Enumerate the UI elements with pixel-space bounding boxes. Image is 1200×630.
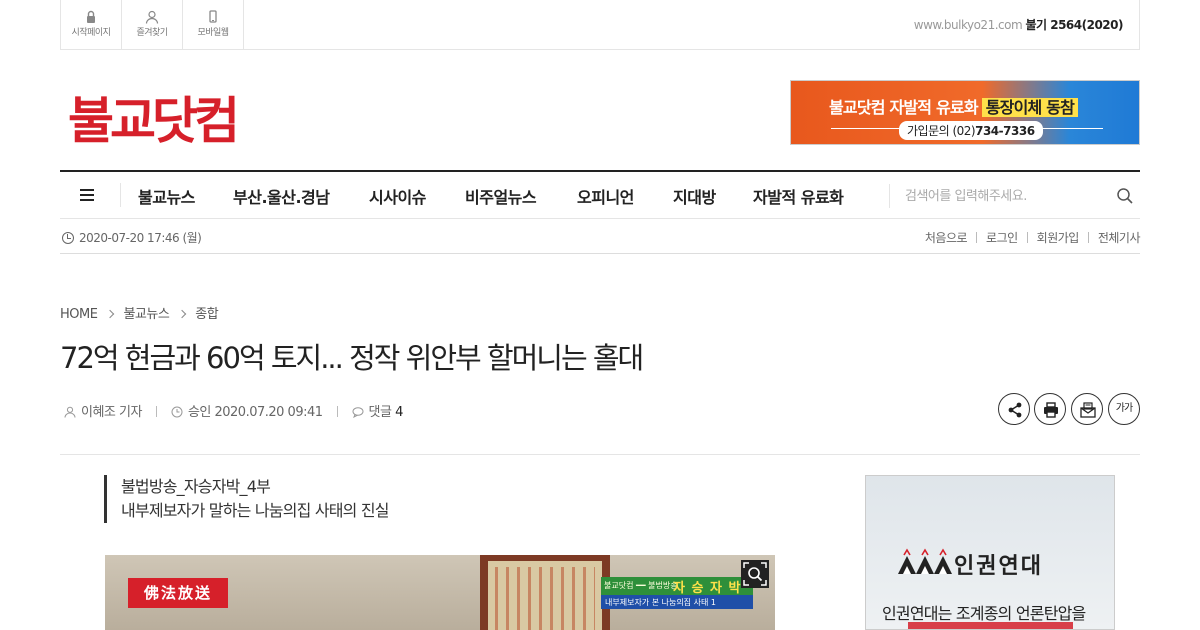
link-divider [1026,232,1028,243]
mobile-web-label: 모바일웹 [197,28,229,38]
nav-divider [120,183,121,207]
breadcrumb-category[interactable]: 종합 [195,307,218,322]
current-date: 2020-07-20 17:46 (월) [62,229,202,246]
current-date-text: 2020-07-20 17:46 (월) [79,231,202,245]
site-url: www.bulkyo21.com [913,18,1023,32]
search-divider [889,184,890,208]
mountain-logo-icon [898,548,952,574]
breadcrumb-home[interactable]: HOME [60,307,98,322]
print-button[interactable] [1034,393,1066,425]
chevron-right-icon [106,309,115,319]
author-name: 이혜조 기자 [81,405,142,420]
meta-divider [336,406,338,417]
broadcast-badge: 佛法放送 [128,578,228,608]
breadcrumb: HOME 불교뉴스 종합 [60,303,219,322]
breadcrumb-section[interactable]: 불교뉴스 [123,307,169,322]
comments-count[interactable]: 4 [395,405,403,420]
top-utility-bar: 시작페이지 즐겨찾기 모바일웹 www.bulkyo21.com 불기 2564… [60,0,1140,50]
site-info: www.bulkyo21.com 불기 2564(2020) [913,16,1124,33]
ad-title: 인권연대 [954,553,1043,579]
share-button[interactable] [998,393,1030,425]
user-icon [145,9,159,24]
paid-subscription-banner[interactable]: 불교닷컴 자발적 유료화 통장이체 동참 가입문의 (02)734-7336 [790,80,1140,145]
ad-red-strip [908,622,1073,629]
utility-links: 처음으로 로그인 회원가입 전체기사 [925,229,1141,246]
mobile-web-link[interactable]: 모바일웹 [183,0,244,49]
all-articles-link[interactable]: 전체기사 [1098,231,1141,245]
logo-text: 불교닷컴 [68,91,236,150]
section-divider [60,454,1140,455]
article-meta: 이혜조 기자 승인 2020.07.20 09:41 댓글 4 [64,401,403,420]
banner-contact: 가입문의 (02)734-7336 [899,121,1043,140]
banner-contact-prefix: 가입문의 (02) [907,124,976,138]
nav-item-visual-news[interactable]: 비주얼뉴스 [465,184,537,208]
print-icon [1044,402,1058,418]
banner-contact-number: 734-7336 [975,124,1035,138]
article-headline: 72억 현금과 60억 토지... 정작 위안부 할머니는 홀대 [60,341,644,375]
photo-caption: 불교닷컴 ━━ 불법방송 자 승 자 박 내부제보자가 본 나눔의집 사태 1 [601,577,753,609]
nav-item-jidaebang[interactable]: 지대방 [673,184,716,208]
search-icon[interactable] [1116,187,1134,205]
photo-caption-brand: 불교닷컴 ━━ 불법방송 [604,581,678,590]
mail-icon [1080,402,1096,418]
email-button[interactable] [1071,393,1103,425]
search-input[interactable] [905,184,1105,208]
menu-line [80,189,94,191]
favorites-label: 즐겨찾기 [136,28,168,38]
link-divider [976,232,978,243]
chevron-right-icon [178,309,187,319]
link-divider [1087,232,1089,243]
clock-icon [62,232,74,244]
favorites-link[interactable]: 즐겨찾기 [122,0,183,49]
banner-headline-text: 불교닷컴 자발적 유료화 [829,98,979,117]
subtitle-line-1: 불법방송_자승자박_4부 [121,477,271,496]
login-link[interactable]: 로그인 [986,231,1018,245]
site-logo[interactable]: 불교닷컴 [68,82,248,152]
date-bar: 2020-07-20 17:46 (월) 처음으로 로그인 회원가입 전체기사 [60,219,1141,254]
clock-icon [171,406,183,418]
photo-caption-sub: 내부제보자가 본 나눔의집 사태 1 [605,598,716,607]
sidebar-ad[interactable]: 인권연대 인권연대는 조계종의 언론탄압을 [865,475,1115,630]
font-size-button[interactable]: 가가 [1108,393,1140,425]
start-page-link[interactable]: 시작페이지 [61,0,122,49]
main-navigation: 불교뉴스 부산.울산.경남 시사이슈 비주얼뉴스 오피니언 지대방 자발적 유료… [60,170,1140,219]
article-photo[interactable]: 佛法放送 불교닷컴 ━━ 불법방송 자 승 자 박 내부제보자가 본 나눔의집 … [105,555,775,630]
banner-headline: 불교닷컴 자발적 유료화 통장이체 동참 [829,94,1079,118]
nav-item-buddhist-news[interactable]: 불교뉴스 [138,184,195,208]
nav-item-current-issues[interactable]: 시사이슈 [369,184,426,208]
zoom-icon [743,562,767,586]
share-icon [1008,402,1022,418]
photo-scroll-text [495,567,595,630]
nav-item-busan-ulsan-gyeongnam[interactable]: 부산.울산.경남 [233,184,330,208]
home-link[interactable]: 처음으로 [925,231,968,245]
hamburger-menu-button[interactable] [60,172,120,218]
signup-link[interactable]: 회원가입 [1037,231,1080,245]
ad-text: 인권연대는 조계종의 언론탄압을 [882,604,1086,623]
buddhist-year: 불기 2564(2020) [1025,18,1123,32]
article-subtitle: 불법방송_자승자박_4부 내부제보자가 말하는 나눔의집 사태의 진실 [104,475,390,523]
mobile-icon [206,9,220,23]
meta-divider [155,406,157,417]
comments-label: 댓글 [368,405,392,420]
menu-line [80,194,94,196]
nav-item-voluntary-paid[interactable]: 자발적 유료화 [753,184,844,208]
approved-time: 승인 2020.07.20 09:41 [187,405,323,420]
photo-caption-title: 자 승 자 박 [673,581,742,596]
comment-icon [352,407,364,418]
subtitle-line-2: 내부제보자가 말하는 나눔의집 사태의 진실 [121,501,390,520]
lock-icon [84,9,98,23]
menu-line [80,199,94,201]
user-icon [64,406,76,418]
start-page-label: 시작페이지 [71,28,111,38]
zoom-button[interactable] [741,560,769,588]
nav-item-opinion[interactable]: 오피니언 [577,184,634,208]
banner-highlight: 통장이체 동참 [981,98,1079,117]
